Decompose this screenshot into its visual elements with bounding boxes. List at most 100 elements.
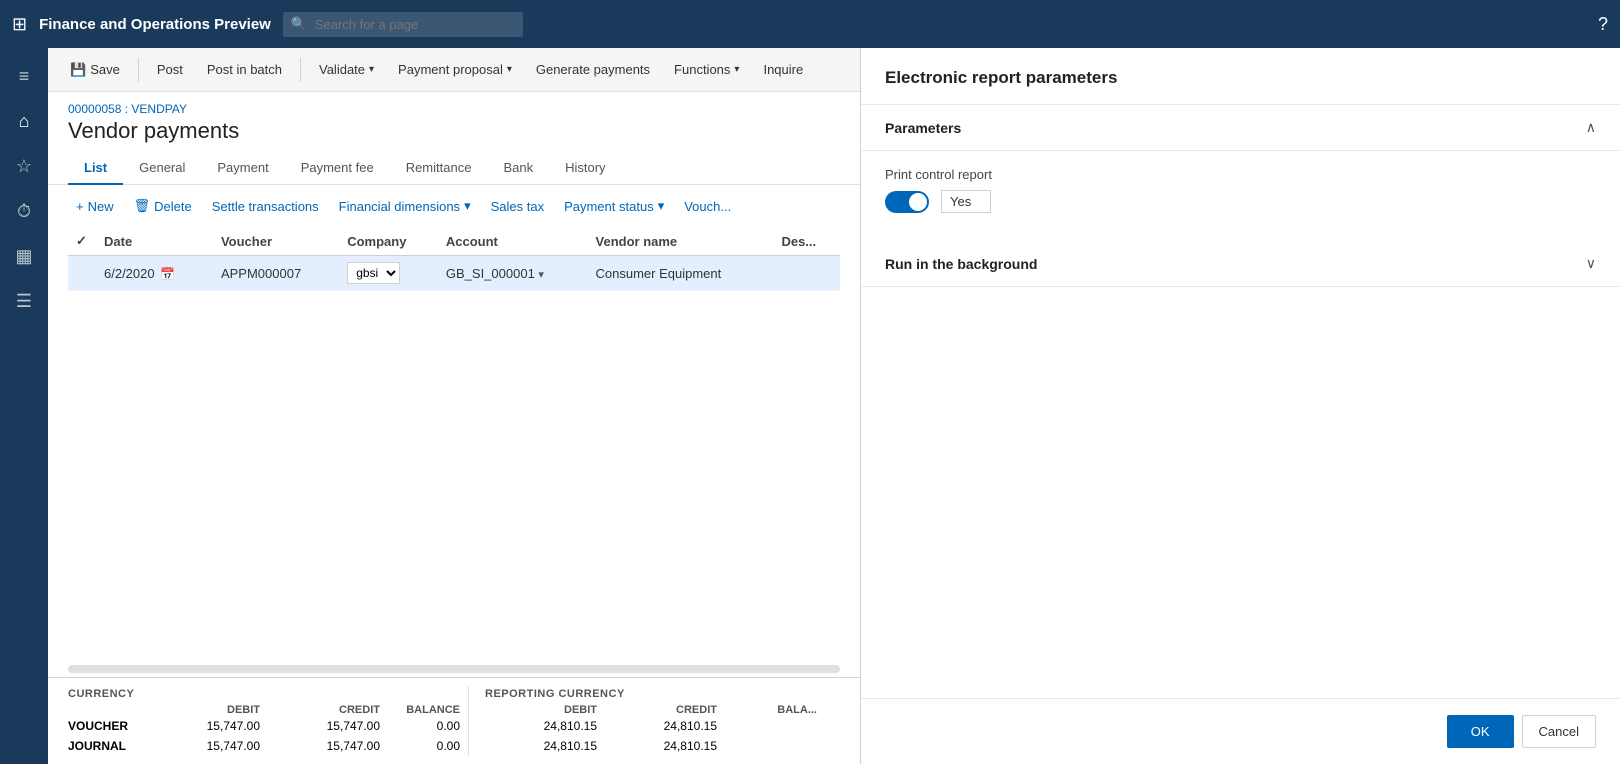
sub-toolbar: + New 🗑 Delete Settle transactions Finan… (48, 185, 860, 227)
col-check: ✓ (68, 227, 96, 256)
content-area: 💾 Save Post Post in batch Validate ▾ Pay… (48, 48, 860, 764)
run-in-background-chevron: ∨ (1586, 255, 1596, 272)
sidebar-favorites[interactable]: ☆ (0, 146, 48, 187)
tab-payment[interactable]: Payment (201, 152, 284, 185)
row-date[interactable]: 6/2/2020 📅 (96, 256, 213, 291)
new-button[interactable]: + New (68, 194, 122, 219)
table-wrap: ✓ Date Voucher Company Account Vendor na… (48, 227, 860, 661)
inquire-button[interactable]: Inquire (753, 56, 813, 83)
parameters-section-chevron: ∧ (1586, 119, 1596, 136)
parameters-section: Parameters ∧ Print control report Yes (861, 105, 1620, 241)
debit-header: DEBIT (148, 704, 268, 716)
row-check-cell (68, 256, 96, 291)
inquire-label: Inquire (763, 62, 803, 77)
sidebar-home[interactable]: ⌂ (0, 101, 48, 142)
voucher-rep-balance (725, 716, 825, 736)
sidebar-hamburger[interactable]: ≡ (0, 56, 48, 97)
journal-debit: 15,747.00 (148, 736, 268, 756)
toggle-value-box: Yes (941, 190, 991, 213)
toggle-row: Yes (885, 190, 1596, 213)
save-button[interactable]: 💾 Save (60, 56, 130, 84)
col-description: Des... (773, 227, 840, 256)
sales-tax-label: Sales tax (491, 199, 544, 214)
post-button[interactable]: Post (147, 56, 193, 83)
settle-transactions-button[interactable]: Settle transactions (204, 194, 327, 219)
page-title: Vendor payments (68, 118, 840, 144)
payment-proposal-button[interactable]: Payment proposal ▾ (388, 56, 522, 83)
new-label: New (88, 199, 114, 214)
financial-dimensions-label: Financial dimensions (339, 199, 460, 214)
tab-general[interactable]: General (123, 152, 201, 185)
voucher-rep-credit: 24,810.15 (605, 716, 725, 736)
vouch-button[interactable]: Vouch... (676, 194, 739, 219)
post-in-batch-label: Post in batch (207, 62, 282, 77)
payment-proposal-label: Payment proposal (398, 62, 503, 77)
app-title: Finance and Operations Preview (39, 16, 271, 33)
search-wrap: 🔍 (283, 12, 523, 37)
voucher-rep-debit: 24,810.15 (485, 716, 605, 736)
ok-button[interactable]: OK (1447, 715, 1514, 748)
toolbar: 💾 Save Post Post in batch Validate ▾ Pay… (48, 48, 860, 92)
toolbar-divider-1 (138, 58, 139, 82)
rep-credit-header: CREDIT (605, 704, 725, 716)
journal-rep-debit: 24,810.15 (485, 736, 605, 756)
credit-header: CREDIT (268, 704, 388, 716)
sidebar-workspaces[interactable]: ▦ (0, 236, 48, 277)
tab-list[interactable]: List (68, 152, 123, 185)
validate-chevron: ▾ (369, 64, 374, 75)
delete-icon: 🗑 (134, 198, 151, 214)
check-all-icon[interactable]: ✓ (76, 233, 87, 248)
functions-button[interactable]: Functions ▾ (664, 56, 749, 83)
cancel-button[interactable]: Cancel (1522, 715, 1596, 748)
row-voucher: APPM000007 (213, 256, 339, 291)
data-table: ✓ Date Voucher Company Account Vendor na… (68, 227, 840, 291)
toolbar-divider-2 (300, 58, 301, 82)
apps-icon[interactable]: ⊞ (12, 14, 27, 35)
parameters-section-title: Parameters (885, 120, 961, 136)
print-control-toggle[interactable] (885, 191, 929, 213)
functions-chevron: ▾ (734, 64, 739, 75)
tab-bank[interactable]: Bank (487, 152, 549, 185)
right-panel: Electronic report parameters Parameters … (860, 48, 1620, 764)
validate-label: Validate (319, 62, 365, 77)
search-input[interactable] (283, 12, 523, 37)
account-chevron[interactable]: ▾ (538, 269, 544, 281)
tab-history[interactable]: History (549, 152, 621, 185)
payment-status-button[interactable]: Payment status ▾ (556, 193, 672, 219)
generate-payments-button[interactable]: Generate payments (526, 56, 660, 83)
row-description (773, 256, 840, 291)
post-in-batch-button[interactable]: Post in batch (197, 56, 292, 83)
sales-tax-button[interactable]: Sales tax (483, 194, 552, 219)
horizontal-scrollbar[interactable] (68, 665, 840, 673)
run-in-background-title: Run in the background (885, 256, 1037, 272)
sidebar: ≡ ⌂ ☆ ⏱ ▦ ☰ (0, 48, 48, 764)
sidebar-recent[interactable]: ⏱ (0, 191, 48, 232)
tab-remittance[interactable]: Remittance (390, 152, 488, 185)
row-account[interactable]: GB_SI_000001 ▾ (438, 256, 588, 291)
tab-payment-fee[interactable]: Payment fee (285, 152, 390, 185)
run-in-background-header[interactable]: Run in the background ∨ (861, 241, 1620, 287)
row-vendor-name: Consumer Equipment (588, 256, 774, 291)
sidebar-modules[interactable]: ☰ (0, 281, 48, 322)
journal-balance: 0.00 (388, 736, 468, 756)
save-label: Save (90, 62, 120, 77)
parameters-section-header[interactable]: Parameters ∧ (861, 105, 1620, 151)
help-icon[interactable]: ? (1598, 14, 1608, 35)
row-company[interactable]: gbsi (339, 256, 438, 291)
calendar-button[interactable]: 📅 (158, 267, 177, 281)
footer-summary: CURRENCY DEBIT CREDIT BALANCE VOUCHER 15… (48, 677, 860, 764)
top-bar: ⊞ Finance and Operations Preview 🔍 ? (0, 0, 1620, 48)
run-in-background-section: Run in the background ∨ (861, 241, 1620, 287)
validate-button[interactable]: Validate ▾ (309, 56, 384, 83)
voucher-credit: 15,747.00 (268, 716, 388, 736)
company-select[interactable]: gbsi (347, 262, 400, 284)
vouch-label: Vouch... (684, 199, 731, 214)
financial-dimensions-button[interactable]: Financial dimensions ▾ (331, 193, 479, 219)
search-icon: 🔍 (291, 16, 307, 32)
delete-label: Delete (154, 199, 192, 214)
new-icon: + (76, 199, 84, 214)
rep-debit-header: DEBIT (485, 704, 605, 716)
balance-header: BALANCE (388, 704, 468, 716)
delete-button[interactable]: 🗑 Delete (126, 193, 200, 219)
table-row[interactable]: 6/2/2020 📅 APPM000007 gbsi GB_SI_000001 … (68, 256, 840, 291)
